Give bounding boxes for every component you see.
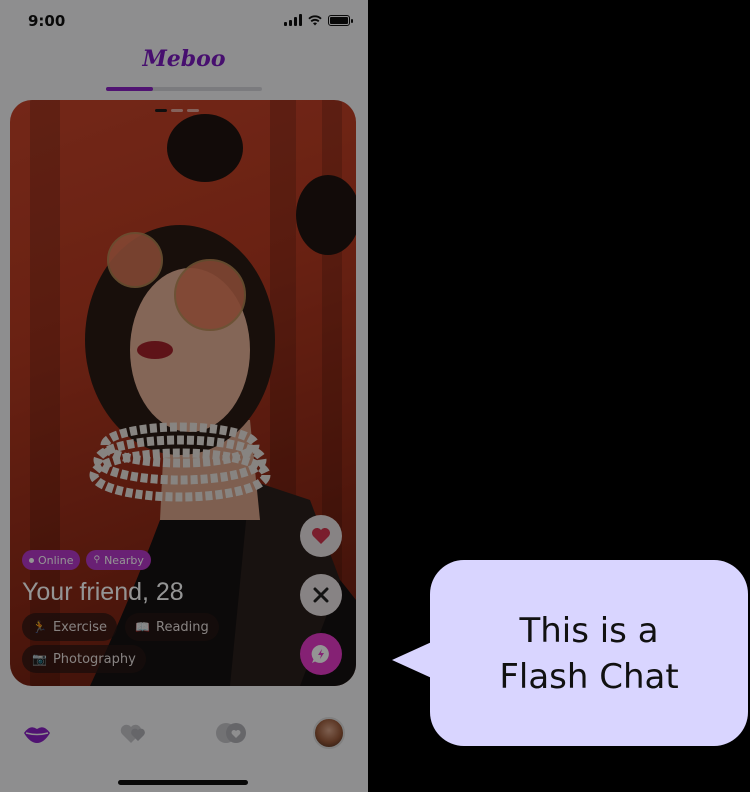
phone-screen: 9:00 Meboo Online ⚲ Nearby Your friend, … xyxy=(0,0,368,792)
tooltip-text: This is a Flash Chat xyxy=(430,608,748,700)
tooltip-line-1: This is a xyxy=(519,611,659,651)
dim-overlay xyxy=(0,0,368,792)
tooltip-line-2: Flash Chat xyxy=(499,657,679,697)
flash-chat-tooltip: This is a Flash Chat xyxy=(392,560,750,746)
